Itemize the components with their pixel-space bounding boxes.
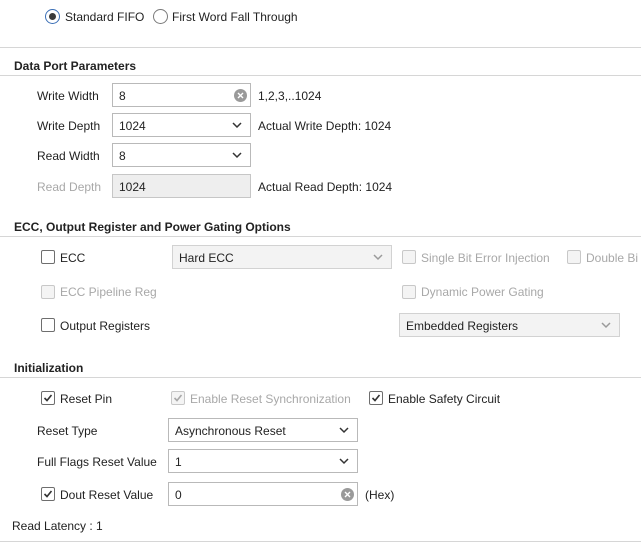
write-depth-select[interactable]: 1024 [112, 113, 251, 137]
safety-circuit-checkbox[interactable] [369, 391, 383, 405]
reset-type-label: Reset Type [37, 424, 98, 438]
ecc-type-select[interactable]: Hard ECC [172, 245, 392, 269]
write-width-value: 8 [119, 89, 126, 103]
data-port-section-title: Data Port Parameters [14, 59, 137, 73]
standard-fifo-radio[interactable] [45, 9, 60, 24]
chevron-down-icon [339, 458, 349, 465]
ecc-type-value: Hard ECC [179, 251, 234, 265]
standard-fifo-label: Standard FIFO [65, 10, 145, 24]
register-type-select[interactable]: Embedded Registers [399, 313, 620, 337]
ecc-pipeline-label: ECC Pipeline Reg [60, 285, 157, 299]
read-width-select[interactable]: 8 [112, 143, 251, 167]
full-flags-value: 1 [175, 455, 182, 469]
check-icon [371, 394, 381, 402]
check-icon [43, 490, 53, 498]
ecc-pipeline-checkbox[interactable] [41, 285, 55, 299]
read-width-label: Read Width [37, 149, 100, 163]
read-depth-hint: Actual Read Depth: 1024 [258, 180, 393, 194]
reset-sync-label: Enable Reset Synchronization [190, 392, 351, 406]
output-registers-checkbox[interactable] [41, 318, 55, 332]
write-depth-value: 1024 [119, 119, 146, 133]
double-bit-error-checkbox[interactable] [567, 250, 581, 264]
reset-type-value: Asynchronous Reset [175, 424, 286, 438]
check-icon [43, 394, 53, 402]
reset-pin-checkbox[interactable] [41, 391, 55, 405]
chevron-down-icon [601, 322, 611, 329]
clear-icon[interactable] [234, 89, 247, 102]
read-width-value: 8 [119, 149, 126, 163]
write-depth-label: Write Depth [37, 119, 101, 133]
read-latency-text: Read Latency : 1 [12, 519, 103, 533]
chevron-down-icon [373, 254, 383, 261]
single-bit-error-label: Single Bit Error Injection [421, 251, 550, 265]
register-type-value: Embedded Registers [406, 319, 519, 333]
dynamic-power-gating-checkbox[interactable] [402, 285, 416, 299]
dynamic-power-gating-label: Dynamic Power Gating [421, 285, 544, 299]
read-depth-value: 1024 [119, 180, 146, 194]
ecc-checkbox[interactable] [41, 250, 55, 264]
divider [0, 47, 641, 48]
reset-pin-label: Reset Pin [60, 392, 113, 406]
write-width-input[interactable]: 8 [112, 83, 251, 107]
dout-reset-unit: (Hex) [365, 488, 395, 502]
read-depth-label: Read Depth [37, 180, 102, 194]
write-depth-hint: Actual Write Depth: 1024 [258, 119, 392, 133]
dout-reset-input[interactable]: 0 [168, 482, 358, 506]
read-depth-field: 1024 [112, 174, 251, 198]
dout-reset-checkbox[interactable] [41, 487, 55, 501]
full-flags-select[interactable]: 1 [168, 449, 358, 473]
dout-reset-value: 0 [175, 488, 182, 502]
chevron-down-icon [339, 427, 349, 434]
double-bit-error-label: Double Bi [586, 251, 639, 265]
clear-icon[interactable] [341, 488, 354, 501]
fwft-radio[interactable] [153, 9, 168, 24]
fwft-label: First Word Fall Through [172, 10, 298, 24]
check-icon [173, 394, 183, 402]
chevron-down-icon [232, 122, 242, 129]
chevron-down-icon [232, 152, 242, 159]
section-underline [0, 75, 641, 76]
bottom-divider [0, 541, 641, 542]
single-bit-error-checkbox[interactable] [402, 250, 416, 264]
reset-sync-checkbox[interactable] [171, 391, 185, 405]
section-underline [0, 236, 641, 237]
section-underline [0, 377, 641, 378]
initialization-section-title: Initialization [14, 361, 84, 375]
write-width-hint: 1,2,3,..1024 [258, 89, 322, 103]
full-flags-label: Full Flags Reset Value [37, 455, 157, 469]
output-registers-label: Output Registers [60, 319, 151, 333]
ecc-label: ECC [60, 251, 86, 265]
write-width-label: Write Width [37, 89, 99, 103]
ecc-section-title: ECC, Output Register and Power Gating Op… [14, 220, 291, 234]
dout-reset-label: Dout Reset Value [60, 488, 154, 502]
safety-circuit-label: Enable Safety Circuit [388, 392, 501, 406]
reset-type-select[interactable]: Asynchronous Reset [168, 418, 358, 442]
